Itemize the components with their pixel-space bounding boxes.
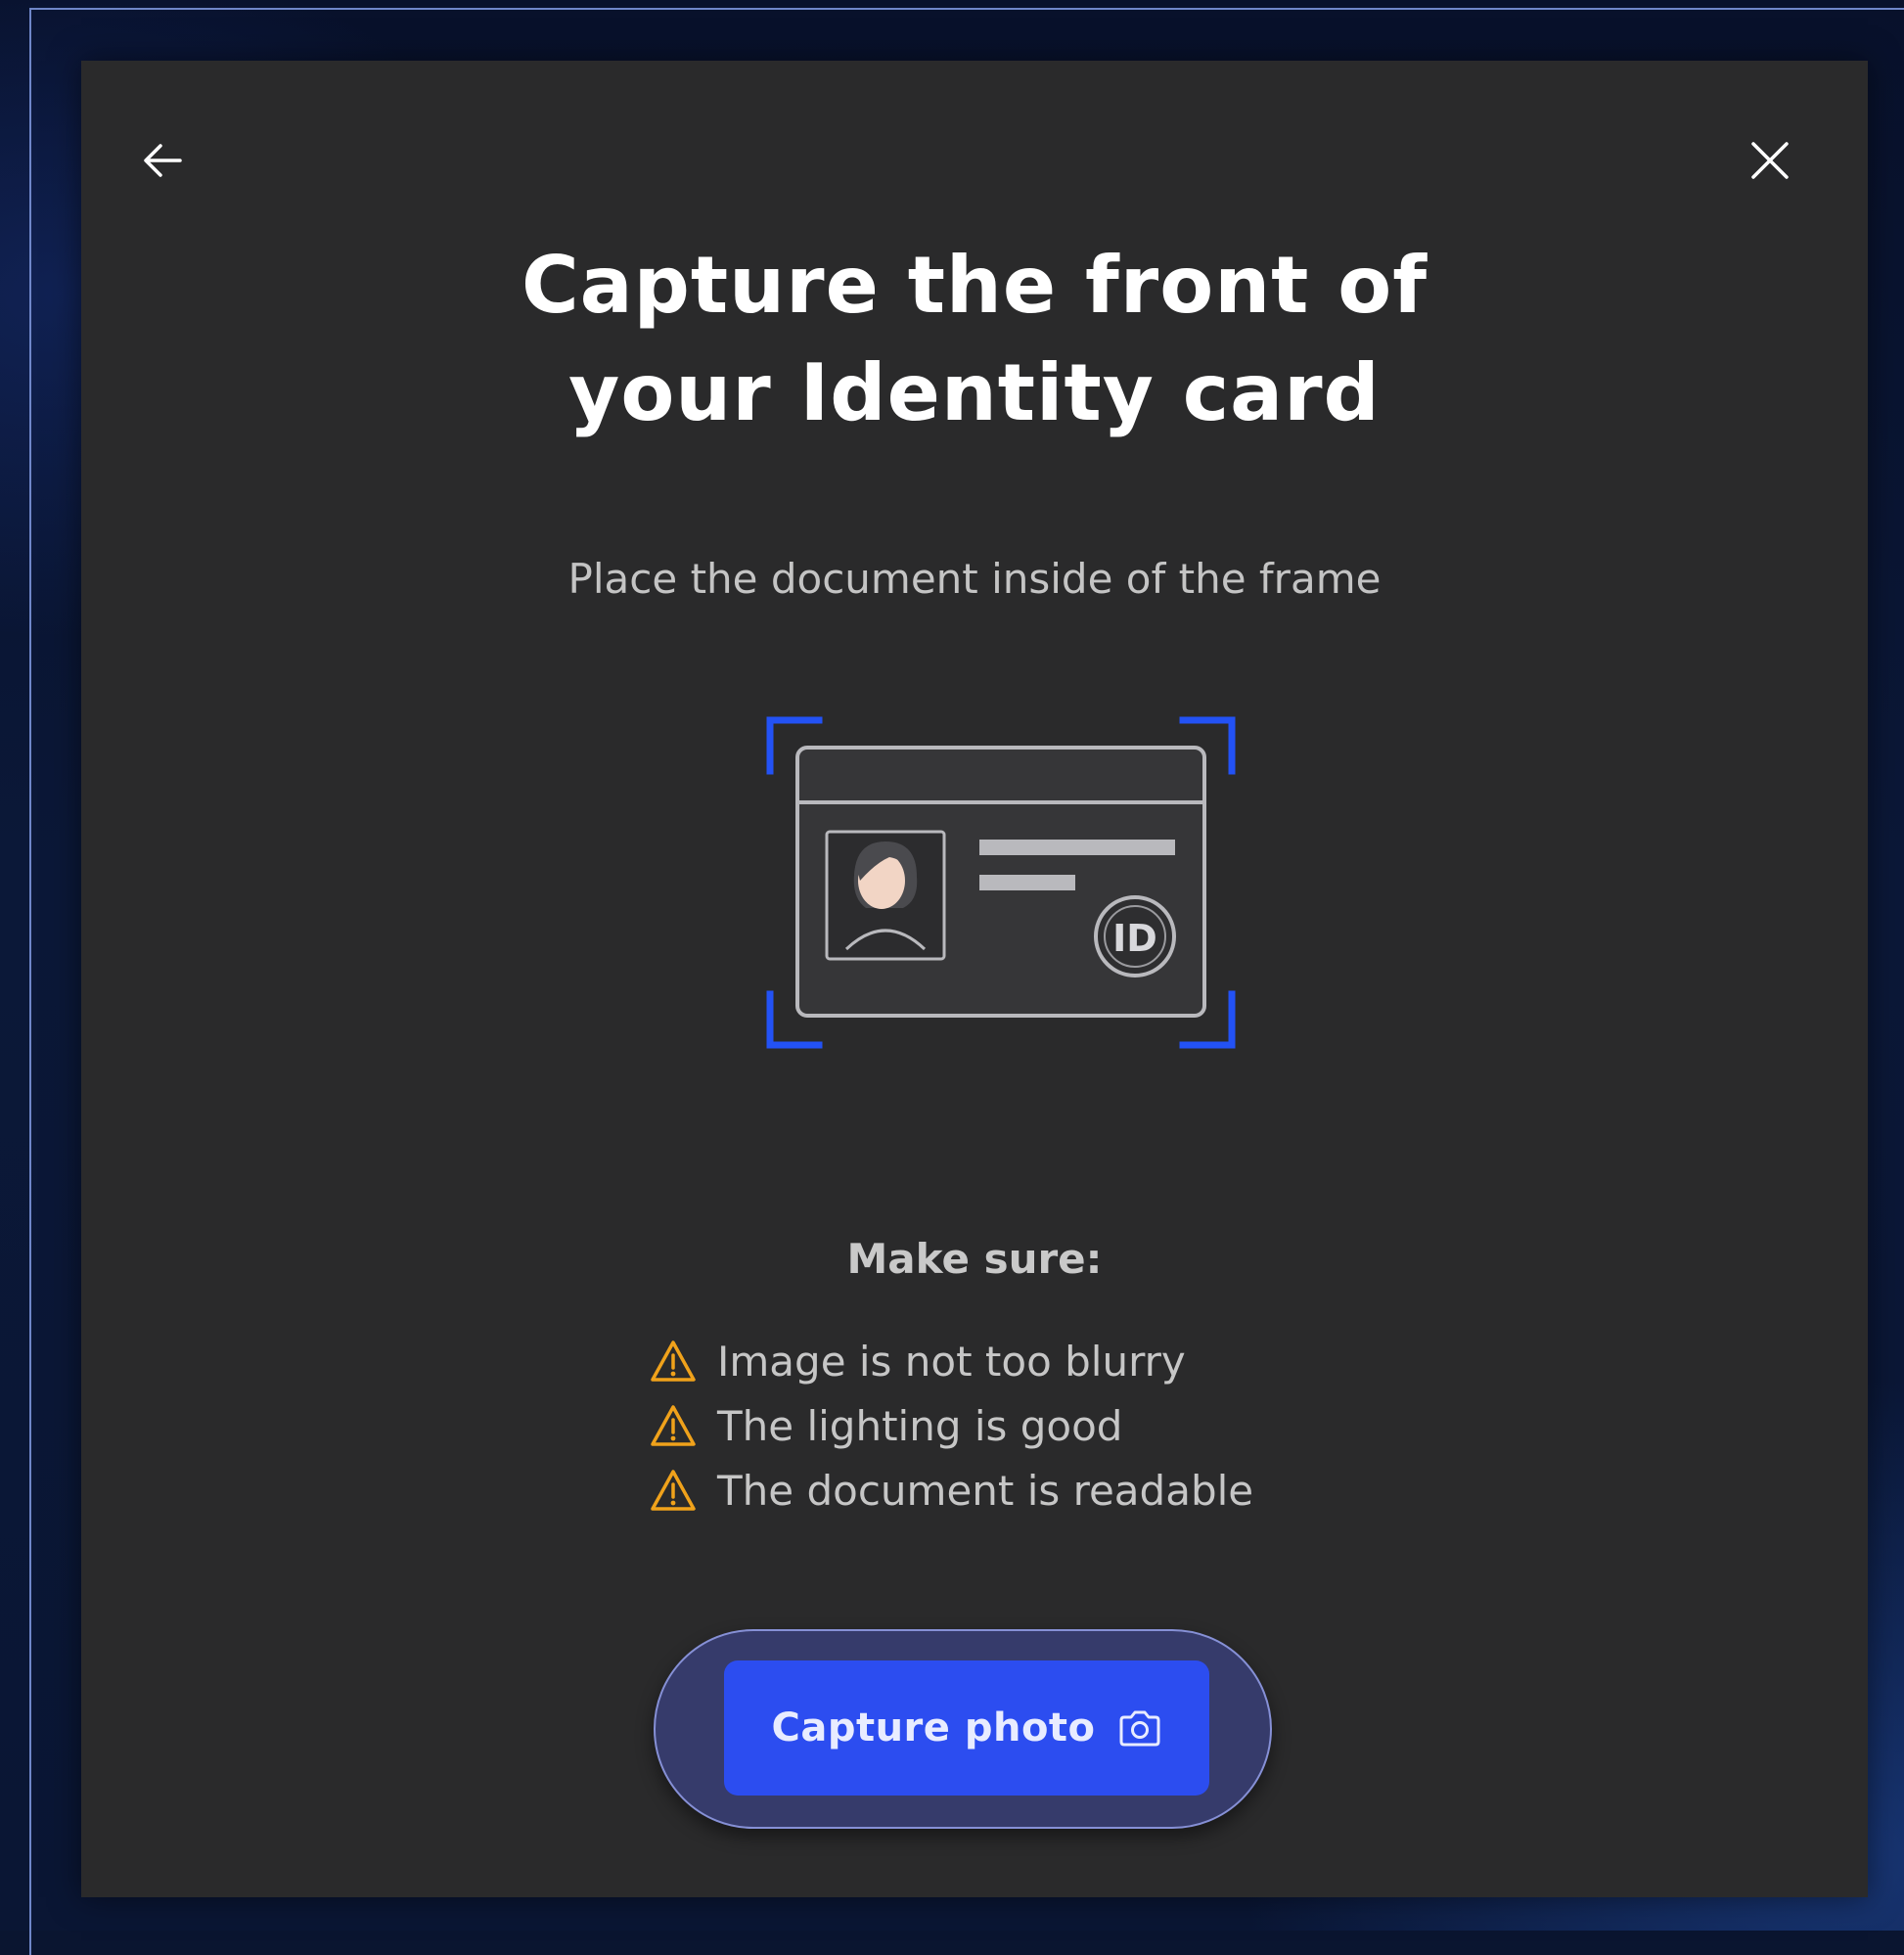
close-icon	[1751, 142, 1789, 179]
capture-button-container: Capture photo	[654, 1629, 1272, 1829]
page-title: Capture the front of your Identity card	[81, 232, 1868, 447]
warning-triangle-icon	[651, 1405, 696, 1446]
close-button[interactable]	[1736, 126, 1804, 195]
list-item: Image is not too blurry	[649, 1330, 1431, 1394]
warning-triangle-icon	[651, 1341, 696, 1382]
warning-triangle-icon	[651, 1470, 696, 1511]
checklist-item-label: The document is readable	[717, 1467, 1254, 1515]
list-item: The document is readable	[649, 1459, 1431, 1523]
arrow-left-icon	[144, 144, 182, 177]
title-line-1: Capture the front of	[521, 240, 1428, 331]
back-button[interactable]	[128, 126, 197, 195]
id-badge-text: ID	[1112, 917, 1157, 960]
checklist-item-label: The lighting is good	[717, 1402, 1123, 1450]
capture-photo-button[interactable]: Capture photo	[724, 1660, 1209, 1796]
id-card-illustration: ID	[766, 716, 1236, 1049]
checklist-item-label: Image is not too blurry	[717, 1338, 1186, 1386]
checklist-heading: Make sure:	[846, 1235, 1103, 1283]
camera-icon	[1119, 1710, 1160, 1747]
subtitle: Place the document inside of the frame	[567, 555, 1382, 603]
capture-photo-label: Capture photo	[771, 1705, 1096, 1750]
capture-id-modal: Capture the front of your Identity card …	[81, 61, 1868, 1897]
list-item: The lighting is good	[649, 1394, 1431, 1459]
title-line-2: your Identity card	[568, 347, 1381, 438]
checklist: Image is not too blurry The lighting is …	[649, 1330, 1431, 1523]
